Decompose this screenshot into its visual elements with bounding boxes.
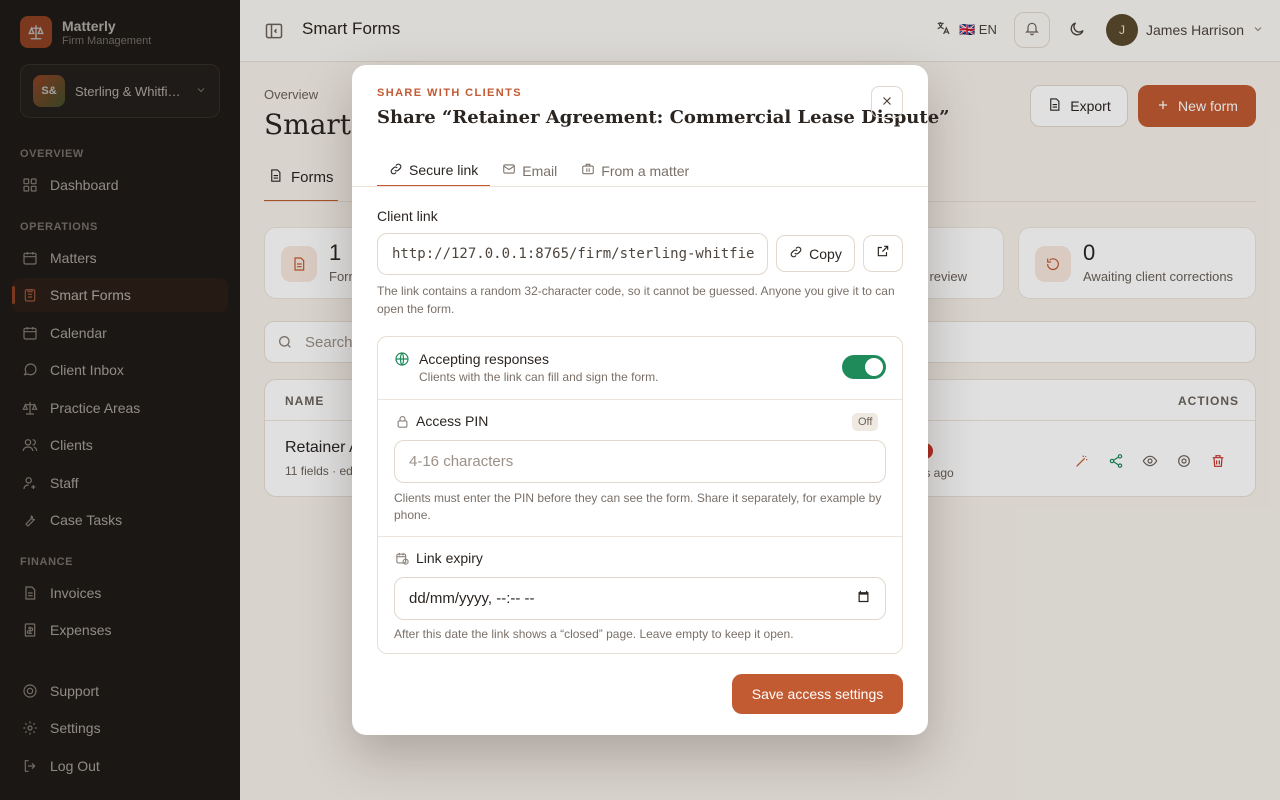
save-access-settings-button[interactable]: Save access settings: [732, 674, 903, 714]
status-badge: Off: [852, 413, 879, 431]
link-help-text: The link contains a random 32-character …: [377, 284, 895, 316]
access-pin-title: Access PIN: [416, 413, 489, 429]
dialog-eyebrow: SHARE WITH CLIENTS: [377, 87, 522, 99]
divider: [378, 399, 902, 400]
copy-button[interactable]: Copy: [776, 235, 855, 272]
accepting-responses-toggle[interactable]: [842, 355, 886, 379]
client-link-label: Client link: [377, 208, 438, 224]
globe-icon: [394, 351, 410, 367]
client-link-input[interactable]: http://127.0.0.1:8765/firm/sterling-whit…: [377, 233, 768, 275]
link-icon: [789, 245, 803, 262]
tab-label: Email: [522, 162, 558, 179]
tab-email[interactable]: Email: [490, 155, 569, 186]
link-expiry-title: Link expiry: [416, 550, 483, 566]
calendar-clock-icon: [394, 550, 410, 566]
access-pin-input[interactable]: 4-16 characters: [394, 440, 886, 483]
link-expiry-input[interactable]: dd/mm/yyyy, --:-- --: [394, 577, 886, 620]
close-button[interactable]: [871, 86, 903, 118]
mail-icon: [502, 162, 516, 179]
close-icon: [880, 94, 894, 111]
divider: [378, 536, 902, 537]
external-link-icon: [876, 244, 890, 263]
share-dialog: SHARE WITH CLIENTS Share “Retainer Agree…: [352, 65, 950, 735]
copy-label: Copy: [809, 245, 842, 262]
link-icon: [389, 162, 403, 179]
link-expiry-value: dd/mm/yyyy, --:-- --: [409, 590, 535, 607]
open-link-button[interactable]: [863, 235, 903, 272]
access-pin-placeholder: 4-16 characters: [409, 453, 514, 470]
lock-icon: [394, 413, 410, 429]
link-expiry-help: After this date the link shows a “closed…: [394, 627, 794, 641]
divider: [352, 186, 928, 187]
share-tabs: Secure link Email From a matter: [377, 155, 701, 187]
accepting-responses-title: Accepting responses: [419, 351, 549, 367]
access-settings-card: Accepting responses Clients with the lin…: [377, 336, 903, 654]
access-pin-help: Clients must enter the PIN before they c…: [394, 491, 882, 522]
tab-label: From a matter: [601, 162, 690, 179]
modal-backdrop-sidebar[interactable]: [0, 0, 240, 800]
dialog-title: Share “Retainer Agreement: Commercial Le…: [377, 107, 950, 128]
tab-label: Secure link: [409, 162, 479, 178]
calendar-icon[interactable]: [856, 589, 871, 608]
accepting-responses-sub: Clients with the link can fill and sign …: [419, 370, 659, 384]
tab-from-matter[interactable]: From a matter: [569, 155, 701, 186]
tab-secure-link[interactable]: Secure link: [377, 155, 491, 187]
briefcase-icon: [581, 162, 595, 179]
